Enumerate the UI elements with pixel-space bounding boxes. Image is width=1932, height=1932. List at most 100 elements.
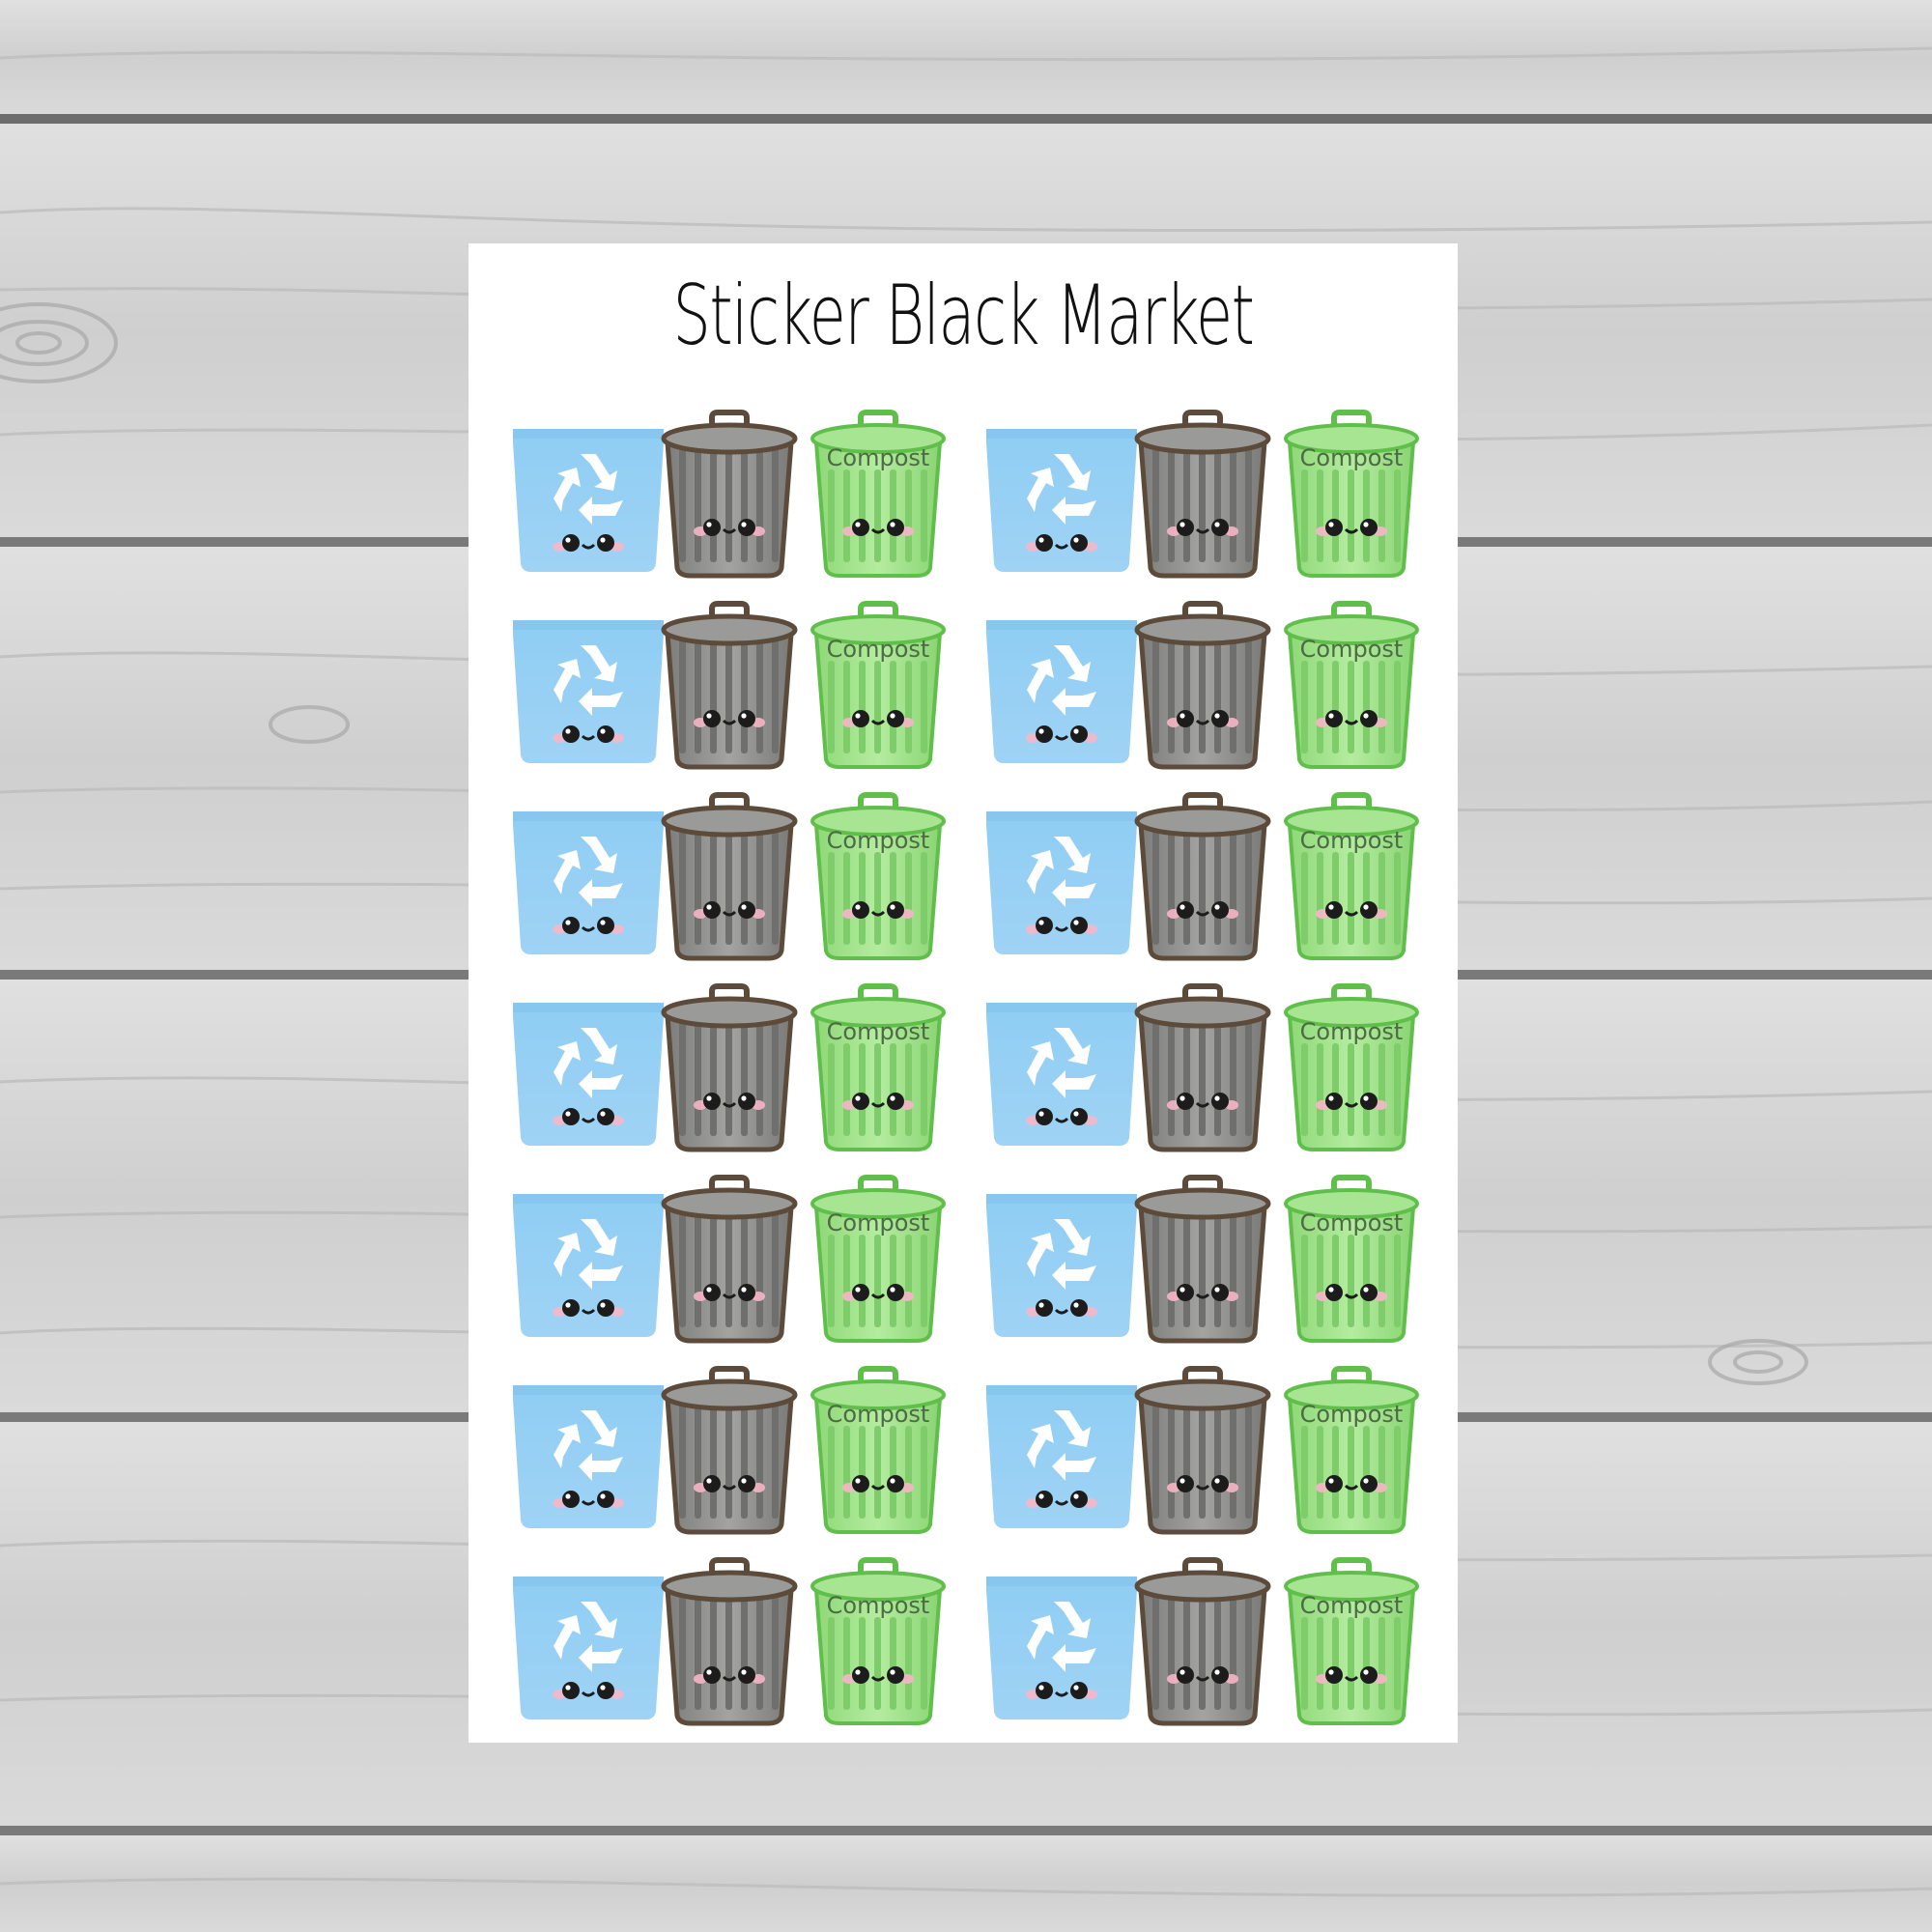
compost-label: Compost [827,444,930,471]
recycle-bin-sticker [511,1175,666,1345]
recycle-bin-sticker [511,983,666,1153]
compost-label: Compost [827,1209,930,1236]
recycle-icon [513,1194,664,1337]
recycle-bin-sticker [984,1557,1139,1727]
compost-bin-icon: Compost [1284,1366,1419,1534]
trash-can-sticker [652,1557,807,1727]
compost-bin-sticker: Compost [801,983,955,1153]
trash-can-sticker [1125,410,1280,580]
compost-bin-sticker: Compost [1274,1175,1429,1345]
compost-bin-icon: Compost [1284,601,1419,769]
recycle-icon [986,1003,1137,1146]
trash-can-sticker [1125,983,1280,1153]
recycle-bin-sticker [511,1366,666,1536]
compost-label: Compost [827,1018,930,1045]
compost-label: Compost [827,636,930,663]
compost-bin-icon: Compost [810,410,946,578]
compost-label: Compost [827,827,930,854]
trash-can-sticker [652,983,807,1153]
trash-can-sticker [1125,601,1280,771]
compost-bin-icon: Compost [1284,983,1419,1151]
trash-can-sticker [652,1366,807,1536]
compost-label: Compost [1300,827,1404,854]
recycle-bin-sticker [511,1557,666,1727]
recycle-icon [513,1577,664,1719]
recycle-icon [513,1003,664,1146]
recycle-bin-sticker [511,410,666,580]
compost-label: Compost [1300,1018,1404,1045]
trash-can-icon [1134,1557,1271,1726]
recycle-icon [986,1385,1137,1528]
recycle-icon [513,811,664,954]
compost-label: Compost [1300,1592,1404,1619]
compost-bin-icon: Compost [1284,410,1419,578]
recycle-bin-sticker [984,410,1139,580]
compost-label: Compost [827,1401,930,1428]
trash-can-icon [661,1175,798,1344]
compost-bin-sticker: Compost [801,410,955,580]
compost-bin-icon: Compost [1284,1557,1419,1725]
recycle-icon [986,620,1137,763]
trash-can-sticker [652,601,807,771]
trash-can-icon [1134,1175,1271,1344]
compost-bin-icon: Compost [1284,792,1419,960]
compost-label: Compost [1300,1209,1404,1236]
recycle-icon [986,1194,1137,1337]
trash-can-icon [1134,792,1271,961]
trash-can-icon [1134,983,1271,1152]
compost-bin-sticker: Compost [801,792,955,962]
recycle-bin-sticker [511,792,666,962]
compost-label: Compost [1300,636,1404,663]
recycle-bin-sticker [984,601,1139,771]
trash-can-sticker [1125,1557,1280,1727]
compost-bin-icon: Compost [810,1557,946,1725]
trash-can-icon [1134,601,1271,770]
trash-can-icon [661,1366,798,1535]
compost-bin-sticker: Compost [1274,601,1429,771]
compost-bin-sticker: Compost [801,1366,955,1536]
recycle-bin-sticker [984,1175,1139,1345]
recycle-bin-sticker [984,1366,1139,1536]
trash-can-sticker [1125,1366,1280,1536]
compost-bin-icon: Compost [1284,1175,1419,1343]
compost-bin-sticker: Compost [801,1175,955,1345]
recycle-icon [986,1577,1137,1719]
compost-bin-icon: Compost [810,792,946,960]
trash-can-icon [1134,1366,1271,1535]
compost-bin-sticker: Compost [801,601,955,771]
trash-can-sticker [652,410,807,580]
recycle-bin-sticker [984,983,1139,1153]
compost-bin-icon: Compost [810,1175,946,1343]
trash-can-sticker [652,1175,807,1345]
trash-can-icon [661,601,798,770]
compost-bin-sticker: Compost [1274,983,1429,1153]
compost-bin-sticker: Compost [801,1557,955,1727]
trash-can-sticker [652,792,807,962]
compost-bin-sticker: Compost [1274,1557,1429,1727]
sticker-sheet: Sticker Black Market Compost Compost Com… [469,243,1458,1743]
compost-bin-icon: Compost [810,983,946,1151]
trash-can-icon [661,410,798,579]
recycle-bin-sticker [511,601,666,771]
recycle-icon [986,429,1137,572]
trash-can-icon [661,792,798,961]
recycle-icon [513,620,664,763]
compost-label: Compost [1300,444,1404,471]
trash-can-sticker [1125,1175,1280,1345]
recycle-icon [513,1385,664,1528]
recycle-icon [513,429,664,572]
sticker-grid: Compost Compost Compost Compost Compost … [469,243,1458,1743]
compost-bin-sticker: Compost [1274,1366,1429,1536]
compost-bin-icon: Compost [810,601,946,769]
trash-can-icon [1134,410,1271,579]
compost-label: Compost [827,1592,930,1619]
compost-label: Compost [1300,1401,1404,1428]
compost-bin-sticker: Compost [1274,792,1429,962]
recycle-bin-sticker [984,792,1139,962]
trash-can-icon [661,983,798,1152]
compost-bin-sticker: Compost [1274,410,1429,580]
trash-can-icon [661,1557,798,1726]
trash-can-sticker [1125,792,1280,962]
recycle-icon [986,811,1137,954]
compost-bin-icon: Compost [810,1366,946,1534]
